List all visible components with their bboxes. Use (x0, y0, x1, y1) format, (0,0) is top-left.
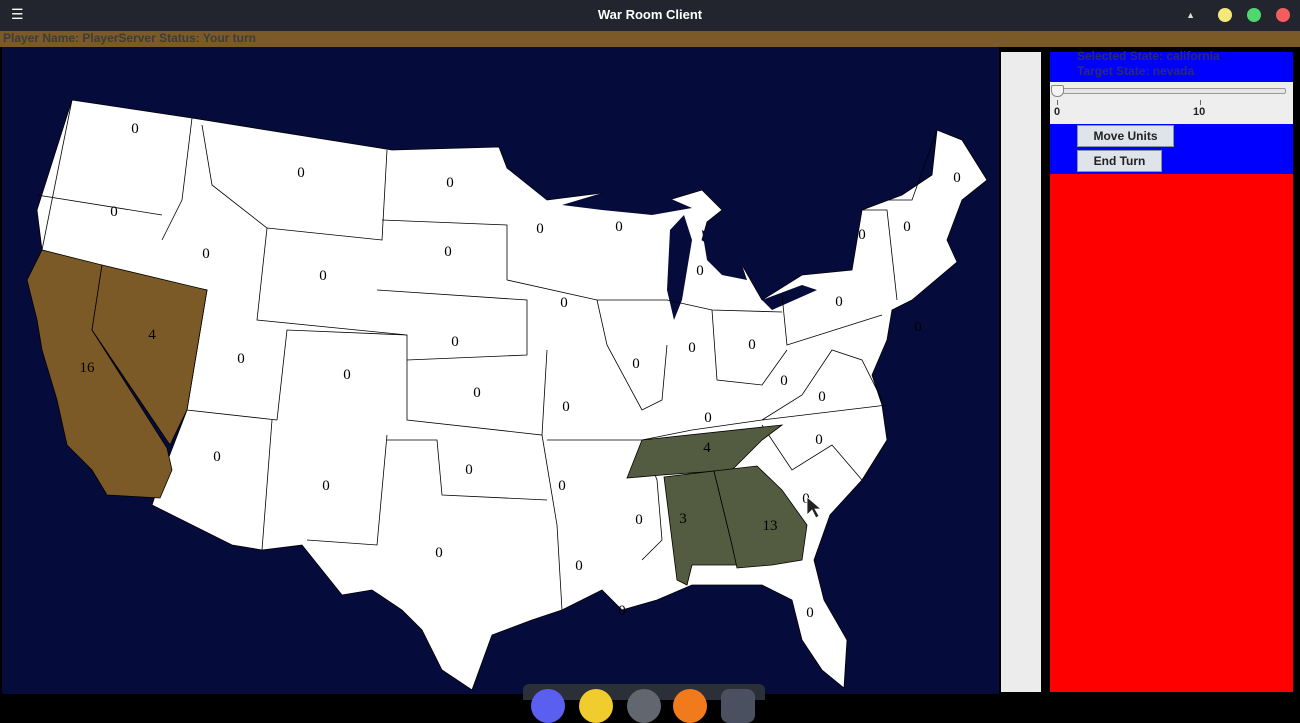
us-map[interactable]: 000000000000000000000000 0000000 000000041… (2, 47, 999, 694)
state-unit-count: 3 (679, 511, 687, 527)
state-unit-count: 0 (696, 263, 704, 279)
state-unit-count: 0 (815, 432, 823, 448)
state-unit-count: 0 (748, 337, 756, 353)
panel-divider[interactable] (1001, 52, 1041, 692)
state-unit-count: 0 (575, 558, 583, 574)
maximize-button[interactable] (1247, 8, 1261, 22)
state-unit-count: 0 (635, 512, 643, 528)
control-panel: Selected State: california Target State:… (1050, 49, 1293, 692)
end-turn-button[interactable]: End Turn (1077, 150, 1162, 172)
state-unit-count: 0 (914, 319, 922, 335)
state-unit-count: 0 (297, 165, 305, 181)
firefox-icon[interactable] (673, 689, 707, 723)
state-unit-count: 0 (618, 603, 626, 619)
state-unit-count: 0 (688, 340, 696, 356)
selected-state-label: Selected State: california (1077, 49, 1220, 63)
state-unit-count: 0 (835, 294, 843, 310)
window-controls: ▲ (1186, 8, 1290, 22)
target-state-label: Target State: nevada (1077, 64, 1195, 78)
state-unit-count: 0 (903, 219, 911, 235)
slider-track[interactable] (1055, 88, 1286, 94)
state-unit-count: 0 (473, 385, 481, 401)
action-buttons-area: Move Units End Turn (1050, 124, 1293, 174)
close-button[interactable] (1276, 8, 1290, 22)
state-unit-count: 13 (763, 518, 778, 534)
state-unit-count: 0 (536, 221, 544, 237)
state-unit-count: 0 (953, 170, 961, 186)
state-unit-count: 0 (465, 462, 473, 478)
slider-tick (1057, 100, 1058, 105)
slider-mid-label: 10 (1193, 106, 1206, 118)
move-units-button[interactable]: Move Units (1077, 125, 1174, 147)
state-unit-count: 0 (202, 246, 210, 262)
state-unit-count: 0 (237, 351, 245, 367)
state-unit-count: 0 (131, 121, 139, 137)
state-unit-count: 0 (110, 204, 118, 220)
state-unit-count: 0 (558, 478, 566, 494)
minimize-button[interactable] (1218, 8, 1232, 22)
state-unit-count: 0 (562, 399, 570, 415)
state-unit-count: 0 (818, 389, 826, 405)
gray-app-icon[interactable] (627, 689, 661, 723)
state-unit-count: 0 (446, 175, 454, 191)
us-map-panel[interactable]: 0000000000000000000000000000000000000041… (2, 47, 999, 694)
state-unit-count: 0 (560, 295, 568, 311)
state-unit-count: 0 (435, 545, 443, 561)
player-status-text: Player Name: PlayerServer Status: Your t… (3, 31, 256, 45)
status-bar: Player Name: PlayerServer Status: Your t… (0, 31, 1300, 47)
state-unit-count: 16 (80, 360, 96, 376)
end-turn-label: End Turn (1093, 154, 1146, 168)
blue-app-icon[interactable] (531, 689, 565, 723)
state-unit-count: 0 (322, 478, 330, 494)
terminal-icon[interactable] (721, 689, 755, 723)
state-unit-count: 0 (806, 605, 814, 621)
state-unit-count: 0 (704, 410, 712, 426)
state-unit-count: 0 (780, 373, 788, 389)
chevron-up-icon[interactable]: ▲ (1186, 10, 1195, 20)
state-unit-count: 0 (343, 367, 351, 383)
taskbar-dock (523, 684, 765, 723)
state-unit-count: 0 (858, 227, 866, 243)
slider-thumb[interactable] (1051, 85, 1064, 97)
state-unit-count: 4 (703, 440, 711, 456)
state-unit-count: 0 (319, 268, 327, 284)
slider-min-label: 0 (1054, 106, 1061, 118)
state-unit-count: 0 (213, 449, 221, 465)
state-unit-count: 0 (444, 244, 452, 260)
state-unit-count: 0 (615, 219, 623, 235)
window-title: War Room Client (597, 7, 703, 22)
yellow-app-icon[interactable] (579, 689, 613, 723)
window-titlebar: ☰ War Room Client ▲ (0, 0, 1300, 31)
state-unit-count: 4 (148, 327, 156, 343)
state-unit-count: 0 (451, 334, 459, 350)
unit-slider[interactable]: 0 10 (1050, 82, 1293, 124)
move-units-label: Move Units (1093, 129, 1158, 143)
slider-tick (1200, 100, 1201, 105)
state-unit-count: 0 (632, 356, 640, 372)
state-info-header: Selected State: california Target State:… (1050, 49, 1293, 82)
